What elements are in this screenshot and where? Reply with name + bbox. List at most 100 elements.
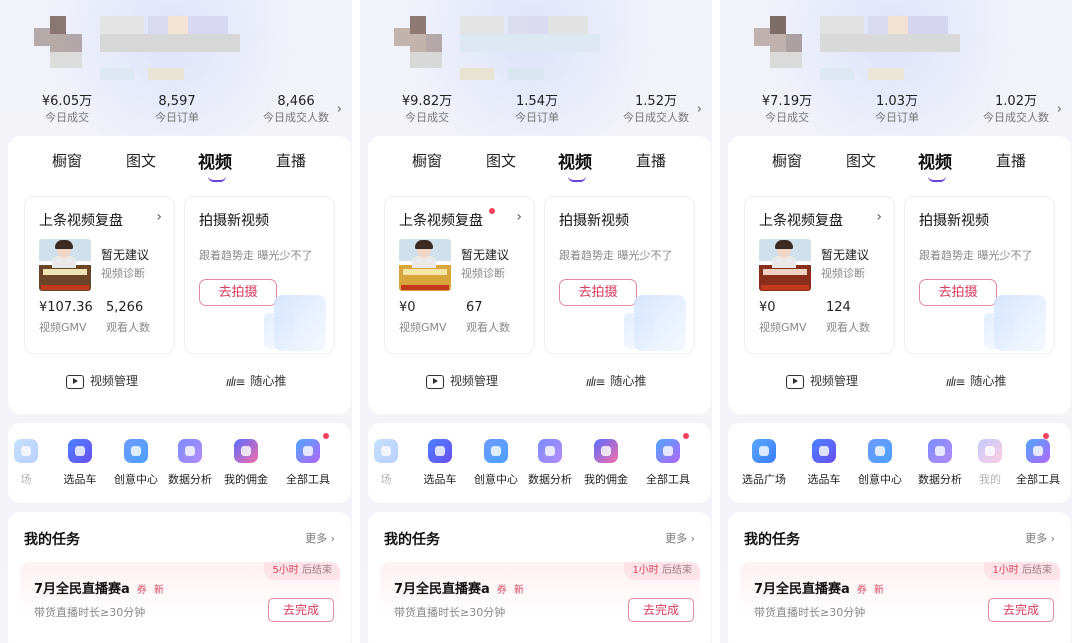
tool-2[interactable]: 创意中心 [466, 437, 526, 487]
suggestion-text: 暂无建议 [821, 248, 870, 262]
review-title: 上条视频复盘 [39, 213, 123, 229]
stat-revenue: ¥7.19万 今日成交 [761, 94, 813, 124]
tab-1[interactable]: 图文 [846, 150, 876, 171]
diagnose-link[interactable]: 视频诊断 [461, 265, 505, 281]
task-item[interactable]: 1小时 后结束 7月全民直播赛a 券新 带货直播时长≥30分钟 去完成 [740, 562, 1060, 642]
tool-icon [536, 437, 564, 465]
wave-icon: ıılı≡ [226, 374, 245, 389]
tool-0[interactable]: 场 [368, 437, 416, 487]
video-manage-button[interactable]: 视频管理 [786, 372, 858, 392]
shoot-button[interactable]: 去拍摄 [559, 279, 637, 306]
boost-button[interactable]: ıılı≡ 随心推 [586, 372, 646, 392]
stat-orders: 1.03万 今日订单 [875, 94, 919, 124]
play-icon [786, 374, 804, 389]
shoot-new-video-card[interactable]: 拍摄新视频 跟着趋势走 曝光少不了 去拍摄 [544, 196, 695, 354]
chevron-right-icon[interactable]: › [156, 209, 162, 225]
diagnose-link[interactable]: 视频诊断 [101, 265, 145, 281]
shoot-description: 跟着趋势走 曝光少不了 [199, 249, 313, 262]
today-stats[interactable]: ¥9.82万 今日成交 1.54万 今日订单 1.52万 今日成交人数 › [360, 94, 712, 128]
more-link[interactable]: 更多 › [305, 530, 335, 546]
tool-icon [66, 437, 94, 465]
tool-5[interactable]: 全部工具 [1008, 437, 1068, 487]
video-review-card[interactable]: 上条视频复盘 › 暂无建议 视频诊断 ¥0 视频GMV 124 观看人数 [744, 196, 895, 354]
video-thumbnail[interactable] [39, 239, 91, 291]
viewers-label: 观看人数 [106, 321, 150, 334]
wave-icon: ıılı≡ [586, 374, 605, 389]
tab-2[interactable]: 视频 [918, 148, 952, 173]
tab-0[interactable]: 橱窗 [772, 150, 802, 171]
tool-icon [592, 437, 620, 465]
video-review-card[interactable]: 上条视频复盘 › 暂无建议 视频诊断 ¥107.36 视频GMV 5,266 观… [24, 196, 175, 354]
tab-2[interactable]: 视频 [198, 148, 232, 173]
tab-0[interactable]: 橱窗 [412, 150, 442, 171]
tool-2[interactable]: 创意中心 [106, 437, 166, 487]
tab-3[interactable]: 直播 [996, 150, 1026, 171]
boost-button[interactable]: ıılı≡ 随心推 [226, 372, 286, 392]
tab-3[interactable]: 直播 [276, 150, 306, 171]
suggestion-text: 暂无建议 [101, 248, 150, 262]
shoot-button[interactable]: 去拍摄 [199, 279, 277, 306]
video-manage-button[interactable]: 视频管理 [66, 372, 138, 392]
shoot-new-video-card[interactable]: 拍摄新视频 跟着趋势走 曝光少不了 去拍摄 [184, 196, 335, 354]
tab-3[interactable]: 直播 [636, 150, 666, 171]
chevron-right-icon[interactable]: › [516, 209, 522, 225]
tool-1[interactable]: 选品车 [50, 437, 110, 487]
countdown-badge: 1小时 后结束 [984, 562, 1060, 580]
tool-2[interactable]: 创意中心 [850, 437, 910, 487]
tool-icon [482, 437, 510, 465]
video-thumbnail[interactable] [399, 239, 451, 291]
review-title: 上条视频复盘 [759, 213, 843, 229]
tool-0[interactable]: 场 [8, 437, 56, 487]
tool-label: 我的佣金 [224, 473, 268, 486]
more-link[interactable]: 更多 › [1025, 530, 1055, 546]
video-review-card[interactable]: 上条视频复盘 › 暂无建议 视频诊断 ¥0 视频GMV 67 观看人数 [384, 196, 535, 354]
tab-2[interactable]: 视频 [558, 148, 592, 173]
tool-4[interactable]: 我的佣金 [216, 437, 276, 487]
more-link[interactable]: 更多 › [665, 530, 695, 546]
viewers-value: 67 [466, 300, 483, 315]
tool-icon [1024, 437, 1052, 465]
tool-1[interactable]: 选品车 [794, 437, 854, 487]
boost-button[interactable]: ıılı≡ 随心推 [946, 372, 1006, 392]
chevron-right-icon[interactable]: › [697, 102, 702, 117]
tool-icon [654, 437, 682, 465]
tab-1[interactable]: 图文 [486, 150, 516, 171]
tool-1[interactable]: 选品车 [410, 437, 470, 487]
tab-0[interactable]: 橱窗 [52, 150, 82, 171]
suggestion-text: 暂无建议 [461, 248, 510, 262]
video-manage-button[interactable]: 视频管理 [426, 372, 498, 392]
complete-button[interactable]: 去完成 [628, 598, 694, 622]
video-thumbnail[interactable] [759, 239, 811, 291]
tools-card: 场 选品车 创意中心 数据分析 我的佣金 全部工具 [368, 423, 711, 503]
chevron-right-icon[interactable]: › [876, 209, 882, 225]
shoot-new-video-card[interactable]: 拍摄新视频 跟着趋势走 曝光少不了 去拍摄 [904, 196, 1055, 354]
notification-dot [489, 208, 495, 214]
tool-3[interactable]: 数据分析 [160, 437, 220, 487]
tool-icon [232, 437, 260, 465]
tab-active-indicator [568, 176, 586, 182]
tool-label: 选品广场 [742, 473, 786, 486]
complete-button[interactable]: 去完成 [988, 598, 1054, 622]
gmv-label: 视频GMV [759, 321, 807, 334]
today-stats[interactable]: ¥6.05万 今日成交 8,597 今日订单 8,466 今日成交人数 › [0, 94, 352, 128]
tool-4[interactable]: 我的佣金 [576, 437, 636, 487]
stat-buyers: 8,466 今日成交人数 [263, 94, 329, 124]
task-item[interactable]: 1小时 后结束 7月全民直播赛a 券新 带货直播时长≥30分钟 去完成 [380, 562, 700, 642]
tool-0[interactable]: 选品广场 [734, 437, 794, 487]
shoot-description: 跟着趋势走 曝光少不了 [559, 249, 673, 262]
diagnose-link[interactable]: 视频诊断 [821, 265, 865, 281]
task-item[interactable]: 5小时 后结束 7月全民直播赛a 券新 带货直播时长≥30分钟 去完成 [20, 562, 340, 642]
tool-5[interactable]: 全部工具 [638, 437, 698, 487]
coupon-tag: 券 [136, 585, 147, 596]
complete-button[interactable]: 去完成 [268, 598, 334, 622]
tool-3[interactable]: 数据分析 [520, 437, 580, 487]
tab-1[interactable]: 图文 [126, 150, 156, 171]
stat-revenue: ¥9.82万 今日成交 [401, 94, 453, 124]
today-stats[interactable]: ¥7.19万 今日成交 1.03万 今日订单 1.02万 今日成交人数 › [720, 94, 1072, 128]
chevron-right-icon[interactable]: › [337, 102, 342, 117]
chevron-right-icon[interactable]: › [1057, 102, 1062, 117]
wave-icon: ıılı≡ [946, 374, 965, 389]
shoot-button[interactable]: 去拍摄 [919, 279, 997, 306]
tool-5[interactable]: 全部工具 [278, 437, 338, 487]
task-requirement: 带货直播时长≥30分钟 [34, 606, 146, 619]
